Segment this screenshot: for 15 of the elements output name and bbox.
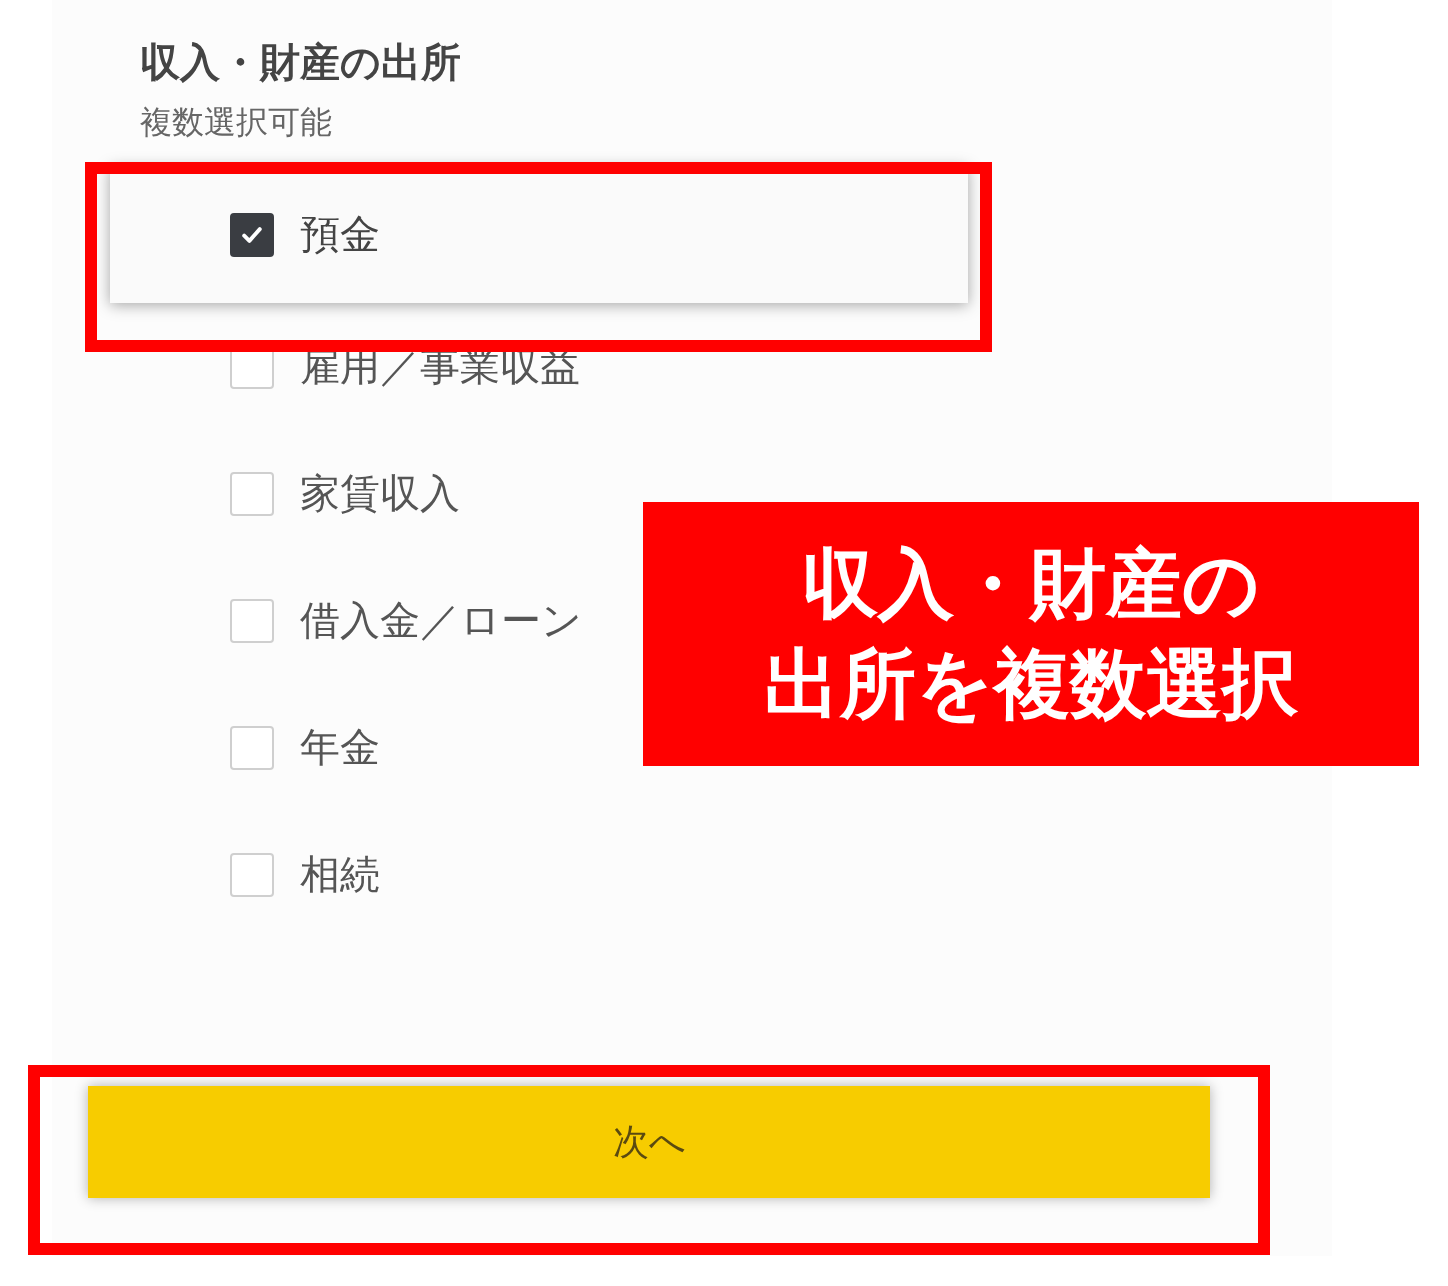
option-label: 家賃収入 xyxy=(300,469,460,518)
option-label: 借入金／ローン xyxy=(300,596,582,645)
next-button[interactable]: 次へ xyxy=(88,1086,1210,1198)
callout-text: 収入・財産の xyxy=(802,538,1260,630)
checkbox[interactable] xyxy=(230,212,274,257)
option-item[interactable]: 年金 xyxy=(110,684,390,811)
option-item[interactable]: 借入金／ローン xyxy=(110,557,592,684)
option-label: 相続 xyxy=(300,850,380,899)
option-item[interactable]: 家賃収入 xyxy=(110,430,470,557)
section-title: 収入・財産の出所 xyxy=(140,38,462,87)
option-label: 年金 xyxy=(300,723,380,772)
callout-text: 出所を複数選択 xyxy=(764,638,1298,730)
option-label: 預金 xyxy=(300,210,380,259)
section-hint: 複数選択可能 xyxy=(140,102,333,143)
option-item[interactable]: 相続 xyxy=(110,811,390,938)
